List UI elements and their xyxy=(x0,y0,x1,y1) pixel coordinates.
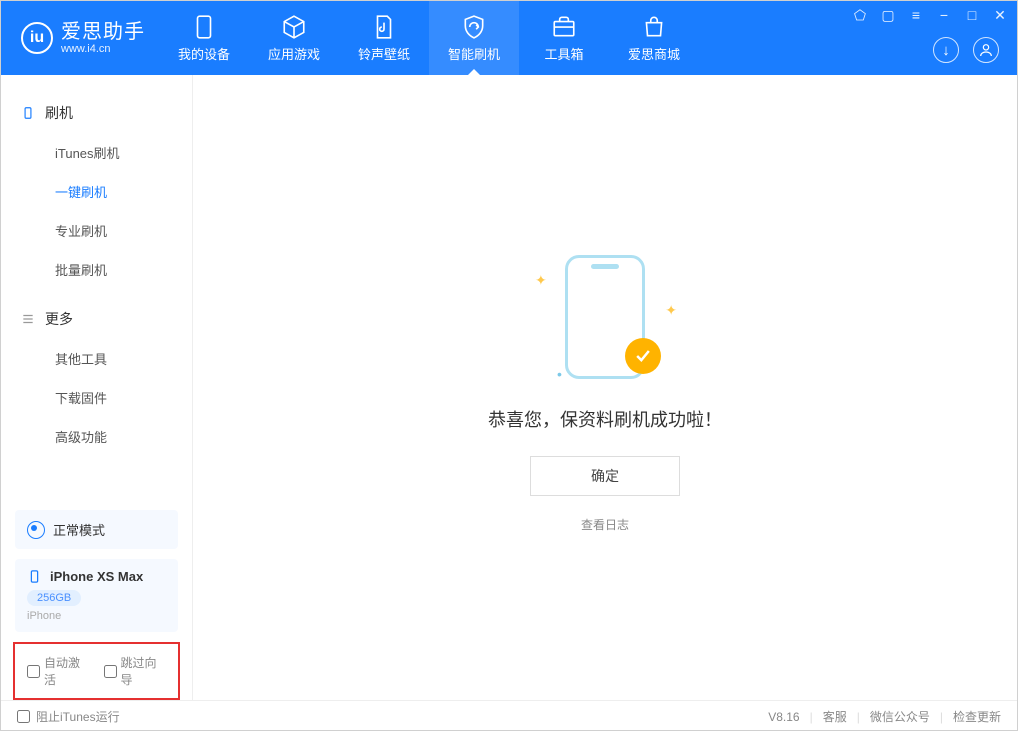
user-icon[interactable] xyxy=(973,37,999,63)
sidebar-item-download-firmware[interactable]: 下载固件 xyxy=(1,378,192,417)
tab-label: 工具箱 xyxy=(544,44,583,63)
sidebar-item-advanced[interactable]: 高级功能 xyxy=(1,417,192,456)
view-log-link[interactable]: 查看日志 xyxy=(581,516,629,533)
list-icon xyxy=(21,312,35,326)
phone-small-icon xyxy=(27,569,42,584)
tab-store[interactable]: 爱思商城 xyxy=(609,1,699,75)
mode-label: 正常模式 xyxy=(53,520,105,539)
flash-options-highlight: 自动激活 跳过向导 xyxy=(13,642,180,700)
shield-refresh-icon xyxy=(461,14,487,40)
device-outline-icon xyxy=(21,106,35,120)
tab-label: 智能刷机 xyxy=(448,44,500,63)
confirm-button[interactable]: 确定 xyxy=(530,456,680,496)
music-file-icon xyxy=(371,14,397,40)
tab-label: 爱思商城 xyxy=(628,44,680,63)
auto-activate-checkbox[interactable] xyxy=(27,665,40,678)
app-site: www.i4.cn xyxy=(61,43,145,55)
maximize-icon[interactable]: □ xyxy=(963,7,981,24)
header-actions: ↓ xyxy=(933,37,999,63)
tab-smart-flash[interactable]: 智能刷机 xyxy=(429,1,519,75)
tab-ringtones[interactable]: 铃声壁纸 xyxy=(339,1,429,75)
device-model: iPhone XS Max xyxy=(50,569,143,584)
sparkle-icon: ✦ xyxy=(665,302,677,319)
tab-apps[interactable]: 应用游戏 xyxy=(249,1,339,75)
nav-tabs: 我的设备 应用游戏 铃声壁纸 智能刷机 工具箱 爱思商城 xyxy=(159,1,699,75)
skip-guide-checkbox[interactable] xyxy=(104,665,117,678)
sidebar-header-flash: 刷机 xyxy=(1,97,192,133)
sidebar-item-other-tools[interactable]: 其他工具 xyxy=(1,339,192,378)
success-message: 恭喜您，保资料刷机成功啦！ xyxy=(488,406,722,432)
close-icon[interactable]: ✕ xyxy=(991,7,1009,24)
sidebar-item-itunes-flash[interactable]: iTunes刷机 xyxy=(1,133,192,172)
cube-icon xyxy=(281,14,307,40)
sidebar-item-batch-flash[interactable]: 批量刷机 xyxy=(1,250,192,289)
logo-icon: iu xyxy=(21,22,53,54)
wechat-link[interactable]: 微信公众号 xyxy=(870,708,930,725)
titlebar: iu 爱思助手 www.i4.cn 我的设备 应用游戏 铃声壁纸 智能刷机 工具… xyxy=(1,1,1017,75)
main-content: ✦ ✦ • 恭喜您，保资料刷机成功啦！ 确定 查看日志 xyxy=(193,75,1017,700)
tab-label: 应用游戏 xyxy=(268,44,320,63)
customer-service-link[interactable]: 客服 xyxy=(823,708,847,725)
check-badge-icon xyxy=(625,338,661,374)
block-itunes-option[interactable]: 阻止iTunes运行 xyxy=(17,708,120,725)
skin-icon[interactable]: ▢ xyxy=(879,7,897,24)
download-icon[interactable]: ↓ xyxy=(933,37,959,63)
status-bar: 阻止iTunes运行 V8.16 | 客服 | 微信公众号 | 检查更新 xyxy=(1,700,1017,732)
success-illustration: ✦ ✦ • xyxy=(515,242,695,392)
tab-label: 铃声壁纸 xyxy=(358,44,410,63)
sparkle-icon: ✦ xyxy=(535,272,547,289)
sparkle-icon: • xyxy=(557,366,562,382)
menu-icon[interactable]: ≡ xyxy=(907,7,925,24)
tab-my-device[interactable]: 我的设备 xyxy=(159,1,249,75)
tab-toolbox[interactable]: 工具箱 xyxy=(519,1,609,75)
bag-icon xyxy=(641,14,667,40)
version-label: V8.16 xyxy=(768,710,799,724)
block-itunes-checkbox[interactable] xyxy=(17,710,30,723)
check-update-link[interactable]: 检查更新 xyxy=(953,708,1001,725)
app-name: 爱思助手 xyxy=(61,21,145,43)
mode-indicator-icon xyxy=(27,521,45,539)
device-info[interactable]: iPhone XS Max 256GB iPhone xyxy=(15,559,178,632)
option-auto-activate[interactable]: 自动激活 xyxy=(27,654,90,688)
minimize-icon[interactable]: − xyxy=(935,7,953,24)
device-type: iPhone xyxy=(27,610,166,622)
feedback-icon[interactable]: ⬠ xyxy=(851,7,869,24)
tab-label: 我的设备 xyxy=(178,44,230,63)
sidebar-item-oneclick-flash[interactable]: 一键刷机 xyxy=(1,172,192,211)
logo: iu 爱思助手 www.i4.cn xyxy=(1,1,159,75)
briefcase-icon xyxy=(551,14,577,40)
device-storage-badge: 256GB xyxy=(27,590,81,606)
window-controls: ⬠ ▢ ≡ − □ ✕ xyxy=(851,7,1009,24)
sidebar-header-more: 更多 xyxy=(1,303,192,339)
sidebar-item-pro-flash[interactable]: 专业刷机 xyxy=(1,211,192,250)
device-mode[interactable]: 正常模式 xyxy=(15,510,178,549)
sidebar: 刷机 iTunes刷机 一键刷机 专业刷机 批量刷机 更多 其他工具 下载固件 … xyxy=(1,75,193,700)
phone-icon xyxy=(191,14,217,40)
option-skip-guide[interactable]: 跳过向导 xyxy=(104,654,167,688)
